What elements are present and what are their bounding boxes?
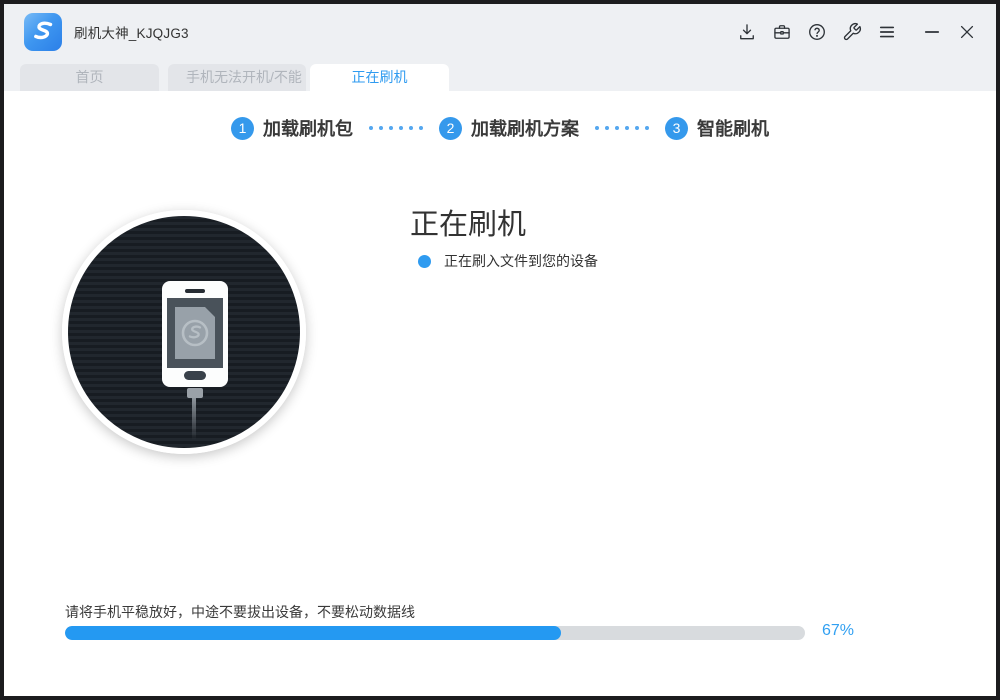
usb-cable (192, 398, 196, 440)
status-text: 正在刷入文件到您的设备 (444, 251, 598, 271)
titlebar-icons (736, 4, 978, 60)
repair-wrench-icon[interactable] (841, 21, 863, 43)
step-indicator: 1 加载刷机包 2 加载刷机方案 3 智能刷机 (4, 115, 996, 141)
tab-bar: 首页 手机无法开机/不能 正在刷机 (4, 60, 996, 91)
progress-percent: 67% (822, 622, 854, 640)
close-button[interactable] (956, 21, 978, 43)
step-1-label: 加载刷机包 (263, 115, 353, 141)
titlebar: 刷机大神_KJQJG3 (4, 4, 996, 60)
app-logo-icon (24, 13, 62, 51)
firmware-file-icon (175, 307, 215, 359)
tab-flashing[interactable]: 正在刷机 (310, 64, 449, 91)
page-title: 正在刷机 (410, 201, 526, 243)
step-connector-dots (595, 126, 649, 130)
window-frame: 刷机大神_KJQJG3 (0, 0, 1000, 700)
step-2-label: 加载刷机方案 (471, 115, 579, 141)
tab-home[interactable]: 首页 (20, 64, 159, 91)
phone-speaker (185, 289, 205, 293)
step-3-badge: 3 (665, 117, 688, 140)
toolbox-icon[interactable] (771, 21, 793, 43)
window-title: 刷机大神_KJQJG3 (74, 4, 189, 60)
tab-phone-cannot-boot[interactable]: 手机无法开机/不能 (168, 64, 306, 91)
step-connector-dots (369, 126, 423, 130)
step-1-badge: 1 (231, 117, 254, 140)
download-icon[interactable] (736, 21, 758, 43)
usb-connector (174, 388, 216, 398)
menu-icon[interactable] (876, 21, 898, 43)
step-3-label: 智能刷机 (697, 115, 769, 141)
progress-bar (65, 626, 805, 640)
progress-fill (65, 626, 561, 640)
warning-text: 请将手机平稳放好，中途不要拔出设备，不要松动数据线 (65, 602, 415, 622)
main-content: 1 加载刷机包 2 加载刷机方案 3 智能刷机 (4, 91, 996, 696)
step-1: 1 加载刷机包 (231, 115, 353, 141)
phone-home-button (184, 371, 206, 380)
minimize-button[interactable] (921, 21, 943, 43)
step-2-badge: 2 (439, 117, 462, 140)
help-icon[interactable] (806, 21, 828, 43)
status-bullet-icon (418, 255, 431, 268)
status-row: 正在刷入文件到您的设备 (418, 251, 598, 271)
app-window: 刷机大神_KJQJG3 (4, 4, 996, 696)
phone-screen (167, 298, 223, 368)
step-3: 3 智能刷机 (665, 115, 769, 141)
phone-graphic (162, 281, 228, 387)
device-illustration (62, 210, 306, 454)
step-2: 2 加载刷机方案 (439, 115, 579, 141)
